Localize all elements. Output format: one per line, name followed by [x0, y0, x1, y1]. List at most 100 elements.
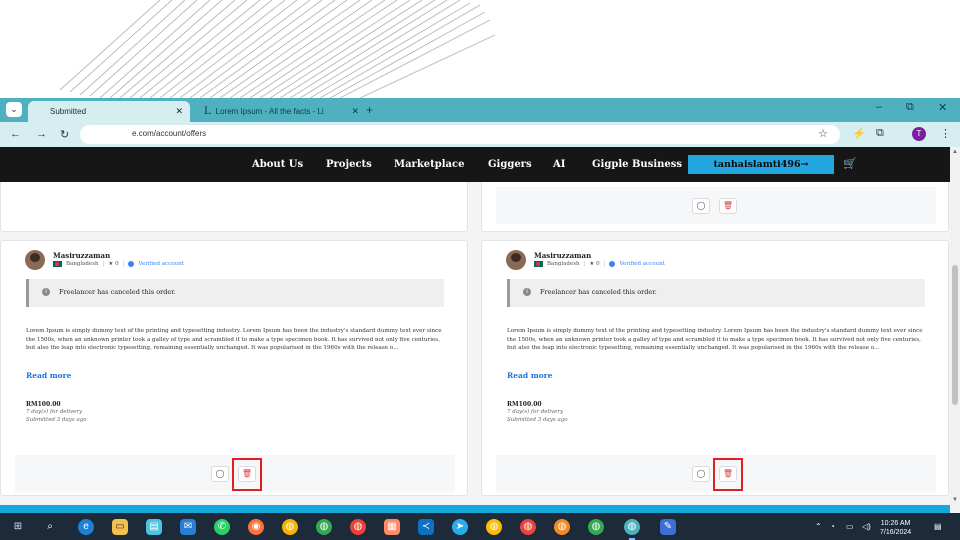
clock-date: 7/16/2024: [880, 529, 912, 536]
read-more-link[interactable]: Read more: [26, 371, 71, 380]
verified-icon: [128, 261, 135, 267]
forward-arrow-icon[interactable]: →: [36, 128, 47, 140]
close-window-button[interactable]: ✕: [938, 101, 947, 114]
country: Bangladesh: [66, 261, 99, 267]
notice-text: Freelancer has canceled this order.: [540, 288, 657, 296]
chrome-profile-icon[interactable]: ◍: [350, 519, 366, 535]
windows-start-icon[interactable]: ⊞: [10, 519, 26, 535]
vscode-icon[interactable]: ≺: [418, 519, 434, 535]
delivery-time: 7 day(s) for delivery: [507, 409, 564, 415]
url-text: e.com/account/offers: [132, 129, 207, 138]
offer-card: Masiruzzaman Bangladesh | ★ 0 | Verified…: [481, 240, 949, 496]
trash-highlight-box: [713, 458, 743, 491]
clock-time: 10:26 AM: [880, 520, 911, 527]
search-icon[interactable]: ⌕: [42, 519, 58, 535]
nav-ai[interactable]: AI: [553, 159, 565, 170]
browser-toolbar: ← → ↻ e.com/account/offers ☆ ⚡ ⧉ T ⋮: [0, 122, 960, 147]
freelancer-meta: Bangladesh | ★ 0 | Verified account: [53, 261, 184, 267]
network-icon[interactable]: ◔: [830, 522, 835, 531]
offer-price: RM100.00: [26, 401, 61, 408]
chrome-canary-icon[interactable]: ◍: [282, 519, 298, 535]
tab-close-icon[interactable]: ✕: [175, 106, 183, 117]
notification-icon[interactable]: ▤: [934, 522, 942, 531]
cancel-notice: i Freelancer has canceled this order.: [507, 279, 925, 307]
delete-trash-icon[interactable]: 🗑: [719, 198, 737, 214]
tab-lorem-ipsum[interactable]: L Lorem Ipsum - All the facts - Li ✕: [196, 101, 366, 122]
delivery-time: 7 day(s) for delivery: [26, 409, 83, 415]
back-arrow-icon[interactable]: ←: [10, 128, 21, 140]
avatar[interactable]: [25, 250, 45, 270]
whatsapp-icon[interactable]: ✆: [214, 519, 230, 535]
avatar[interactable]: [506, 250, 526, 270]
offer-price: RM100.00: [507, 401, 542, 408]
nav-marketplace[interactable]: Marketplace: [394, 159, 464, 170]
volume-icon[interactable]: ◁): [862, 522, 871, 531]
scribble-overlay: [0, 0, 960, 98]
taskbar-clock[interactable]: 10:26 AM 7/16/2024: [880, 519, 911, 537]
tab-submitted[interactable]: Submitted ✕: [28, 101, 190, 122]
address-bar[interactable]: e.com/account/offers ☆: [80, 125, 840, 144]
chrome-icon[interactable]: ◍: [316, 519, 332, 535]
nav-about-us[interactable]: About Us: [252, 159, 303, 170]
info-icon: i: [523, 288, 531, 296]
offer-card-previous-right: ◯ 🗑: [481, 182, 949, 232]
nav-projects[interactable]: Projects: [326, 159, 372, 170]
photos-icon[interactable]: ▦: [384, 519, 400, 535]
chrome-profile-3-icon[interactable]: ◍: [520, 519, 536, 535]
bookmark-star-icon[interactable]: ☆: [818, 127, 828, 140]
nav-gigple-business[interactable]: Gigple Business: [592, 159, 682, 170]
screen: ⌄ Submitted ✕ L Lorem Ipsum - All the fa…: [0, 0, 960, 540]
info-icon: i: [42, 288, 50, 296]
windows-taskbar: ⊞ ⌕ e ▭ ▤ ✉ ✆ ◉ ◍ ◍ ◍ ▦ ≺ ➤ ◍ ◍ ◍ ◍ ◍ ✎ …: [0, 513, 960, 540]
offer-description: Lorem Ipsum is simply dummy text of the …: [26, 328, 442, 351]
extensions-puzzle-icon[interactable]: ⧉: [876, 127, 884, 140]
chrome-active-icon[interactable]: ◍: [624, 519, 640, 540]
chat-icon[interactable]: ◯: [692, 466, 710, 482]
bangladesh-flag-icon: [53, 261, 62, 267]
more-menu-icon[interactable]: ⋮: [940, 127, 951, 140]
freelancer-name[interactable]: Masiruzzaman: [53, 251, 110, 260]
battery-icon[interactable]: ▭: [846, 522, 854, 531]
scroll-up-icon[interactable]: ▲: [952, 149, 958, 155]
chrome-profile-2-icon[interactable]: ◍: [486, 519, 502, 535]
firefox-icon[interactable]: ◉: [248, 519, 264, 535]
tab-title: Submitted: [50, 107, 87, 116]
new-tab-button[interactable]: +: [366, 103, 373, 117]
footer-strip: [0, 505, 950, 513]
tab-search-button[interactable]: ⌄: [6, 102, 22, 117]
extension-icon[interactable]: ⚡: [852, 127, 866, 140]
verified-label: Verified account: [138, 261, 184, 267]
chrome-profile-4-icon[interactable]: ◍: [554, 519, 570, 535]
freelancer-meta: Bangladesh | ★ 0 | Verified account: [534, 261, 665, 267]
nav-giggers[interactable]: Giggers: [488, 159, 532, 170]
tab-close-icon[interactable]: ✕: [351, 106, 359, 117]
profile-avatar[interactable]: T: [912, 127, 926, 141]
chat-icon[interactable]: ◯: [692, 198, 710, 214]
edge-browser-icon[interactable]: e: [78, 519, 94, 535]
scroll-down-icon[interactable]: ▼: [952, 497, 958, 503]
card-footer: ◯ 🗑: [496, 455, 936, 492]
tray-expand-icon[interactable]: ⌃: [815, 522, 822, 531]
freelancer-name[interactable]: Masiruzzaman: [534, 251, 591, 260]
telegram-icon[interactable]: ➤: [452, 519, 468, 535]
cancel-notice: i Freelancer has canceled this order.: [26, 279, 444, 307]
cart-icon[interactable]: 🛒: [843, 157, 857, 170]
scrollbar-thumb[interactable]: [952, 265, 958, 405]
page-scrollbar[interactable]: ▲ ▼: [950, 147, 960, 505]
notice-text: Freelancer has canceled this order.: [59, 288, 176, 296]
mail-icon[interactable]: ✉: [180, 519, 196, 535]
file-explorer-icon[interactable]: ▭: [112, 519, 128, 535]
rating: ★ 0: [108, 261, 119, 267]
store-icon[interactable]: ▤: [146, 519, 162, 535]
read-more-link[interactable]: Read more: [507, 371, 552, 380]
paint-icon[interactable]: ✎: [660, 519, 676, 535]
restore-button[interactable]: ⧉: [906, 101, 914, 114]
submitted-time: Submitted 3 days ago: [507, 417, 568, 423]
user-account-button[interactable]: tanhaislamti496→: [688, 155, 834, 174]
reload-icon[interactable]: ↻: [60, 128, 69, 141]
chat-icon[interactable]: ◯: [211, 466, 229, 482]
bangladesh-flag-icon: [534, 261, 543, 267]
chrome-profile-5-icon[interactable]: ◍: [588, 519, 604, 535]
minimize-button[interactable]: –: [876, 101, 882, 113]
verified-icon: [609, 261, 616, 267]
